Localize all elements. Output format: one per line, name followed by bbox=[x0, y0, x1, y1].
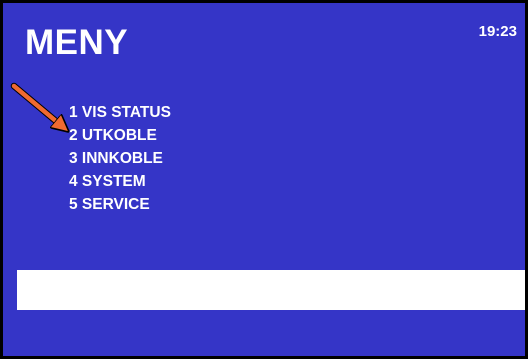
page-title: MENY bbox=[25, 23, 129, 62]
main-menu: 1 VIS STATUS 2 UTKOBLE 3 INNKOBLE 4 SYST… bbox=[69, 101, 171, 216]
menu-item-innkoble[interactable]: 3 INNKOBLE bbox=[69, 147, 171, 170]
menu-item-service[interactable]: 5 SERVICE bbox=[69, 193, 171, 216]
menu-item-system[interactable]: 4 SYSTEM bbox=[69, 170, 171, 193]
arrow-pointer-icon bbox=[10, 82, 83, 143]
menu-item-vis-status[interactable]: 1 VIS STATUS bbox=[69, 101, 171, 124]
input-bar[interactable] bbox=[17, 270, 525, 310]
clock-time: 19:23 bbox=[478, 23, 517, 40]
display-screen: MENY 19:23 1 VIS STATUS 2 UTKOBLE 3 INNK… bbox=[0, 0, 528, 359]
menu-item-utkoble[interactable]: 2 UTKOBLE bbox=[69, 124, 171, 147]
